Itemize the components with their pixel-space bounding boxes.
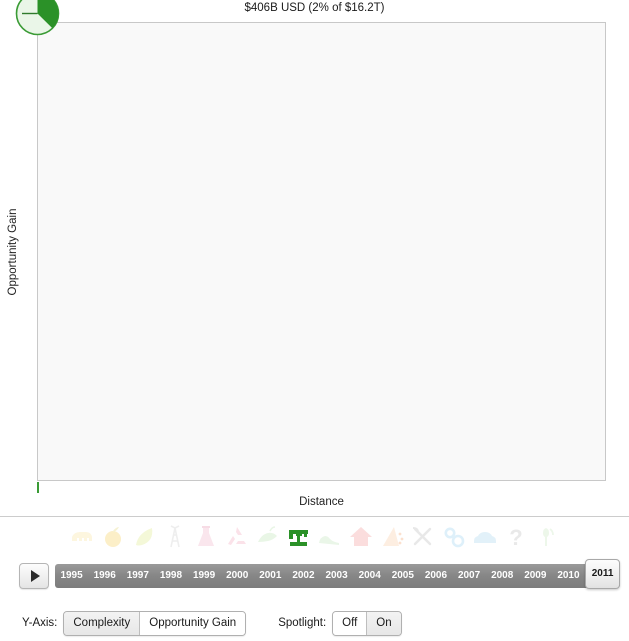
car-icon[interactable] <box>470 522 500 552</box>
year-2009[interactable]: 2009 <box>519 564 552 588</box>
year-2004[interactable]: 2004 <box>353 564 386 588</box>
spotlight-on-button[interactable]: On <box>367 611 401 635</box>
spotlight-off-button[interactable]: Off <box>333 611 368 635</box>
y-axis-toggle-group[interactable]: Complexity Opportunity Gain <box>63 610 247 636</box>
year-2002[interactable]: 2002 <box>287 564 320 588</box>
year-1997[interactable]: 1997 <box>121 564 154 588</box>
y-axis-label: Opportunity Gain <box>7 208 19 296</box>
tower-icon[interactable] <box>160 522 190 552</box>
section-divider <box>0 516 629 517</box>
leaf-icon[interactable] <box>129 522 159 552</box>
year-2003[interactable]: 2003 <box>320 564 353 588</box>
timeline-row: 1995 1996 1997 1998 1999 2000 2001 2002 2003 2004… <box>0 558 629 594</box>
spotlight-toggle-group[interactable]: Off On <box>332 610 402 636</box>
animal-icon[interactable] <box>67 522 97 552</box>
svg-text:?: ? <box>509 525 522 550</box>
bottom-controls: Y-Axis: Complexity Opportunity Gain Spotl… <box>0 608 629 638</box>
rock-icon[interactable] <box>377 522 407 552</box>
year-2000[interactable]: 2000 <box>221 564 254 588</box>
house-icon[interactable] <box>346 522 376 552</box>
category-icon-strip: ? <box>0 518 629 556</box>
recycle-icon[interactable] <box>222 522 252 552</box>
spotlight-control-label: Spotlight: <box>278 617 327 629</box>
sewing-machine-icon[interactable] <box>284 522 314 552</box>
pen-icon[interactable] <box>532 522 562 552</box>
play-button[interactable] <box>19 563 49 589</box>
year-2010[interactable]: 2010 <box>552 564 585 588</box>
origin-marker <box>37 482 39 493</box>
shoe-icon[interactable] <box>315 522 345 552</box>
plot-area[interactable] <box>37 22 606 481</box>
gears-icon[interactable] <box>439 522 469 552</box>
year-2001[interactable]: 2001 <box>254 564 287 588</box>
flask-icon[interactable] <box>191 522 221 552</box>
chart-region: $406B USD (2% of $16.2T) Opportunity Gai… <box>0 0 629 516</box>
year-1995[interactable]: 1995 <box>55 564 88 588</box>
year-2005[interactable]: 2005 <box>386 564 419 588</box>
chart-title: $406B USD (2% of $16.2T) <box>244 2 385 14</box>
year-1998[interactable]: 1998 <box>154 564 187 588</box>
year-slider-track[interactable]: 1995 1996 1997 1998 1999 2000 2001 2002 2003 2004… <box>55 559 621 589</box>
hide-icon[interactable] <box>253 522 283 552</box>
tools-icon[interactable] <box>408 522 438 552</box>
y-axis-opportunity-gain-button[interactable]: Opportunity Gain <box>140 611 246 635</box>
question-icon[interactable]: ? <box>501 522 531 552</box>
year-2008[interactable]: 2008 <box>486 564 519 588</box>
year-2011[interactable]: 2011 <box>585 559 621 589</box>
x-axis-label: Distance <box>299 496 344 508</box>
year-2007[interactable]: 2007 <box>453 564 486 588</box>
y-axis-control-label: Y-Axis: <box>22 617 58 629</box>
year-2006[interactable]: 2006 <box>419 564 452 588</box>
y-axis-complexity-button[interactable]: Complexity <box>64 611 141 635</box>
pie-inset-chart <box>15 0 60 36</box>
play-icon <box>30 570 40 582</box>
fruit-icon[interactable] <box>98 522 128 552</box>
year-1996[interactable]: 1996 <box>88 564 121 588</box>
year-1999[interactable]: 1999 <box>188 564 221 588</box>
